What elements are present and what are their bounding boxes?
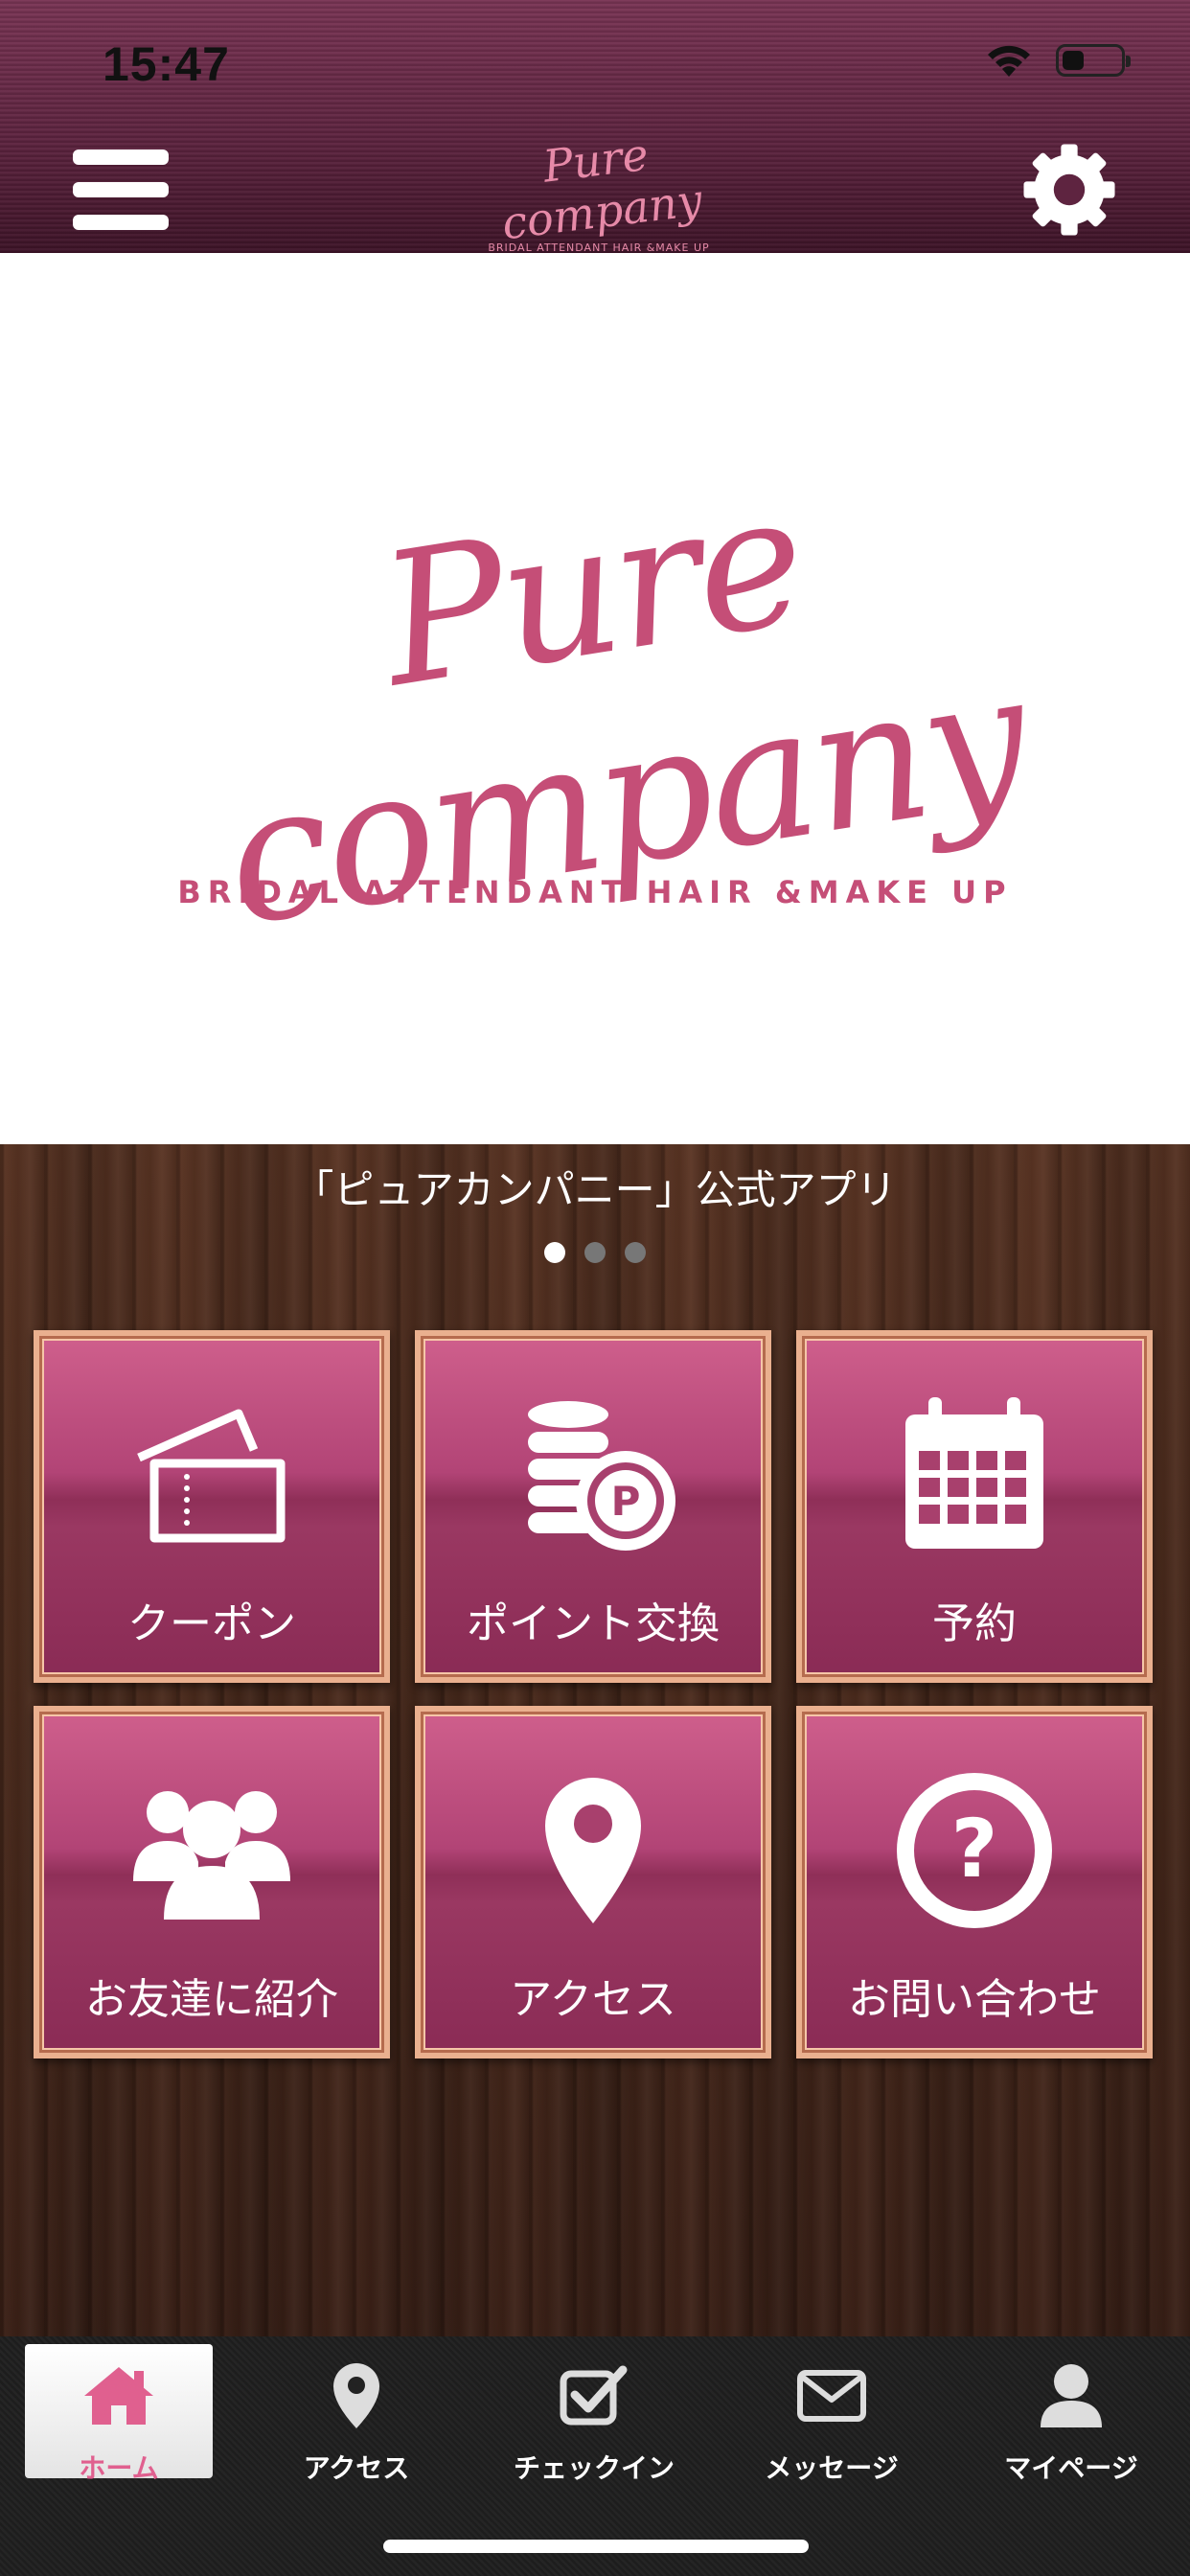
tile-reservation[interactable]: 予約 xyxy=(796,1330,1153,1683)
wifi-icon xyxy=(988,45,1030,77)
gear-icon xyxy=(1023,144,1115,236)
tile-label: ポイント交換 xyxy=(467,1599,720,1648)
tile-label: 予約 xyxy=(932,1599,1017,1648)
tile-point-exchange[interactable]: P ポイント交換 xyxy=(415,1330,771,1683)
carousel-dot[interactable] xyxy=(544,1242,565,1263)
carousel-dots[interactable] xyxy=(0,1242,1190,1263)
hero-banner[interactable]: Pure company BRIDAL ATTENDANT HAIR &MAKE… xyxy=(0,253,1190,1144)
menu-icon xyxy=(73,150,169,165)
status-icons xyxy=(985,42,1131,79)
calendar-icon xyxy=(905,1397,1043,1549)
hero-tagline: BRIDAL ATTENDANT HAIR &MAKE UP xyxy=(177,874,1013,910)
tile-contact[interactable]: ? お問い合わせ xyxy=(796,1706,1153,2058)
coins-point-icon: P xyxy=(528,1401,675,1551)
map-pin-icon xyxy=(545,1778,641,1923)
tab-label: マイページ xyxy=(1004,2452,1138,2484)
person-icon xyxy=(1041,2364,1102,2427)
map-pin-icon xyxy=(333,2363,379,2428)
tab-label: アクセス xyxy=(303,2452,410,2484)
tab-checkin[interactable]: チェックイン xyxy=(498,2344,690,2484)
tab-label: ホーム xyxy=(79,2452,159,2484)
tile-access[interactable]: アクセス xyxy=(415,1706,771,2058)
home-indicator[interactable] xyxy=(383,2540,809,2553)
tile-refer-friend[interactable]: お友達に紹介 xyxy=(34,1706,390,2058)
svg-text:P: P xyxy=(611,1478,641,1525)
status-time: 15:47 xyxy=(103,37,230,91)
carousel-dot[interactable] xyxy=(584,1242,606,1263)
tab-access[interactable]: アクセス xyxy=(261,2344,452,2484)
envelope-icon xyxy=(797,2370,866,2422)
tab-label: メッセージ xyxy=(765,2452,899,2484)
tab-label: チェックイン xyxy=(513,2452,675,2484)
carousel-dot[interactable] xyxy=(625,1242,646,1263)
settings-button[interactable] xyxy=(1018,138,1121,242)
tile-coupon[interactable]: クーポン xyxy=(34,1330,390,1683)
banner-caption: 「ピュアカンパニー」公式アプリ xyxy=(293,1166,897,1213)
tab-home[interactable]: ホーム xyxy=(25,2344,213,2484)
ticket-icon xyxy=(137,1409,286,1543)
header-logo: Pure company BRIDAL ATTENDANT HAIR &MAKE… xyxy=(469,128,728,254)
tile-label: クーポン xyxy=(127,1599,296,1648)
header-logo-script: Pure company xyxy=(498,127,705,250)
battery-icon xyxy=(1056,44,1131,77)
svg-text:?: ? xyxy=(951,1802,998,1896)
menu-button[interactable] xyxy=(73,150,169,230)
home-icon xyxy=(84,2367,153,2425)
checkbox-icon xyxy=(560,2365,628,2426)
tile-label: アクセス xyxy=(510,1975,676,2024)
users-icon xyxy=(133,1791,290,1920)
tile-label: お問い合わせ xyxy=(848,1975,1101,2024)
tab-mypage[interactable]: マイページ xyxy=(975,2344,1167,2484)
tab-messages[interactable]: メッセージ xyxy=(736,2344,927,2484)
app-header: 15:47 Pure company BRIDAL ATTENDANT HAIR… xyxy=(0,0,1190,254)
tile-label: お友達に紹介 xyxy=(85,1975,338,2024)
question-icon: ? xyxy=(897,1773,1052,1928)
